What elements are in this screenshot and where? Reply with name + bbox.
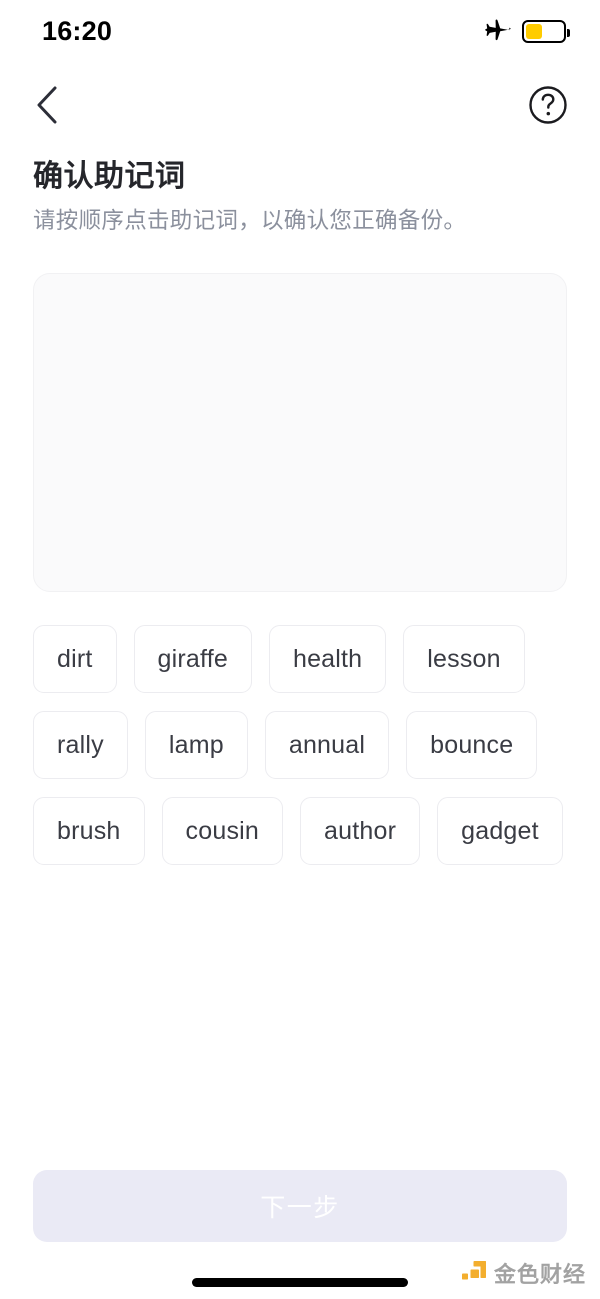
word-chip[interactable]: giraffe [133,625,252,693]
airplane-mode-icon [485,19,511,41]
page-title: 确认助记词 [33,160,186,193]
selected-words-list [34,274,566,591]
word-chip[interactable]: cousin [161,797,284,865]
home-indicator[interactable] [192,1278,408,1287]
word-chip[interactable]: lesson [403,625,525,693]
question-mark-circle-icon [529,86,567,124]
word-chip[interactable]: dirt [33,625,117,693]
word-chip[interactable]: brush [33,797,145,865]
chevron-left-icon [37,86,57,124]
back-button[interactable] [22,80,72,130]
selected-words-dropzone[interactable] [33,273,567,592]
page-heading: 确认助记词 请按顺序点击助记词，以确认您正确备份。 [33,158,567,236]
watermark: 金色财经 [461,1257,586,1289]
status-bar: 16:20 [0,0,600,62]
help-button[interactable] [526,83,570,127]
status-bar-clock: 16:20 [42,15,113,46]
word-chip[interactable]: lamp [144,711,248,779]
word-chip[interactable]: health [268,625,387,693]
page-subtitle: 请按顺序点击助记词，以确认您正确备份。 [33,208,467,233]
word-chip[interactable]: rally [33,711,128,779]
word-chip[interactable]: bounce [406,711,538,779]
word-chip[interactable]: annual [264,711,390,779]
navigation-bar [0,62,600,148]
word-chip[interactable]: gadget [437,797,563,865]
word-chip[interactable]: author [300,797,421,865]
battery-icon [522,19,570,43]
word-bank: dirt giraffe health lesson rally lamp annual bo… [33,625,567,865]
status-bar-indicators [485,19,570,43]
jinse-logo-icon [461,1261,486,1280]
next-button[interactable]: 下一步 [33,1170,567,1242]
app-screen: 16:20 确认助记词 请按顺序点击助记词，以确认您正确备份。 dirt gir… [0,0,600,1299]
watermark-text: 金色财经 [493,1262,586,1287]
